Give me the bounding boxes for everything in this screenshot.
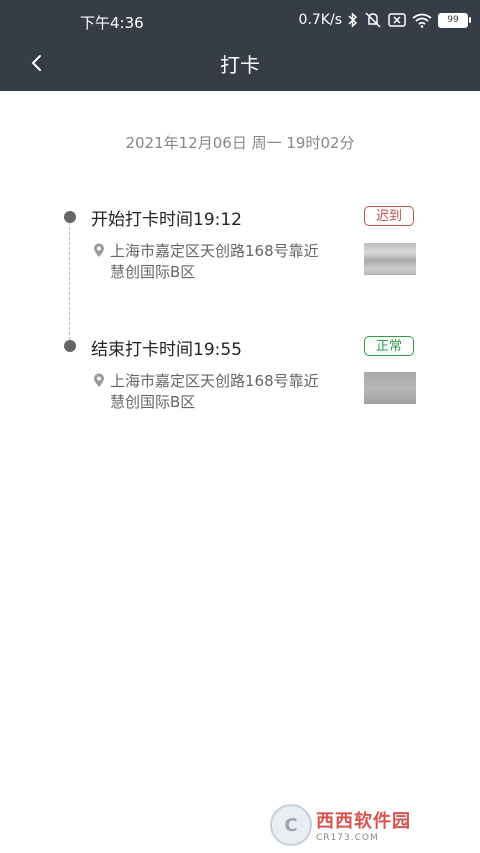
title-bar: 下午4:36 0.7K/s 99 打卡 xyxy=(0,0,480,91)
battery-icon: 99 xyxy=(438,12,471,28)
wifi-icon xyxy=(412,13,432,28)
timeline-connector xyxy=(69,217,70,345)
status-badge-normal: 正常 xyxy=(364,336,414,356)
network-speed: 0.7K/s xyxy=(298,12,342,28)
timeline-dot xyxy=(64,211,76,223)
checkin-start-address: 上海市嘉定区天创路168号靠近慧创国际B区 xyxy=(110,242,319,281)
watermark-text: 西西软件园 xyxy=(316,811,411,832)
watermark-icon: C xyxy=(270,804,312,846)
location-pin-icon xyxy=(93,243,105,262)
bluetooth-icon xyxy=(348,12,358,28)
status-time: 下午4:36 xyxy=(80,14,144,32)
checkin-end-photo[interactable] xyxy=(364,372,416,404)
checkin-start-photo[interactable] xyxy=(364,243,416,275)
watermark-logo: C 西西软件园 CR173.COM xyxy=(270,804,460,846)
status-badge-late: 迟到 xyxy=(364,206,414,226)
timeline-dot xyxy=(64,340,76,352)
checkin-end-address: 上海市嘉定区天创路168号靠近慧创国际B区 xyxy=(110,372,319,411)
checkin-end-title: 结束打卡时间19:55 xyxy=(91,340,242,360)
checkin-start-title: 开始打卡时间19:12 xyxy=(91,210,242,230)
date-time-label: 2021年12月06日 周一 19时02分 xyxy=(125,134,355,152)
sim-off-icon xyxy=(388,13,406,27)
status-icons: 0.7K/s 99 xyxy=(298,10,471,30)
location-pin-icon xyxy=(93,373,105,392)
watermark-subtext: CR173.COM xyxy=(316,833,379,843)
mute-icon xyxy=(364,12,382,28)
page-title: 打卡 xyxy=(220,53,260,77)
